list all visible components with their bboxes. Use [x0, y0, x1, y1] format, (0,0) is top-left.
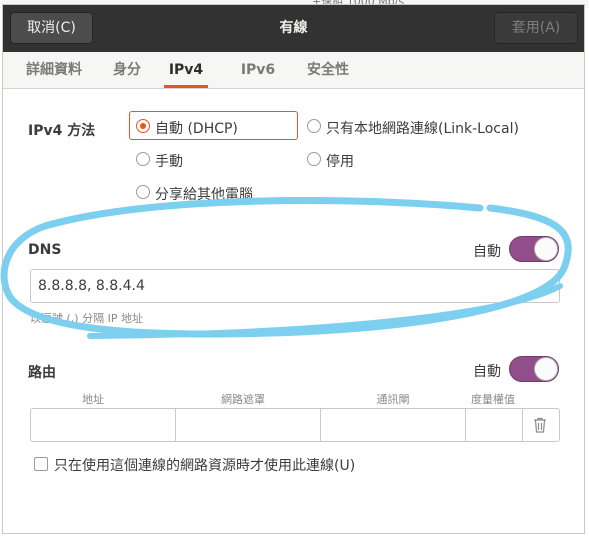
dns-auto-label: 自動	[473, 244, 501, 260]
radio-auto-dhcp-label[interactable]: 自動 (DHCP)	[155, 118, 238, 138]
trash-icon	[534, 417, 546, 433]
dns-auto-switch[interactable]	[509, 236, 559, 262]
column-header-metric: 度量權值	[471, 393, 515, 406]
route-gateway-input[interactable]	[321, 409, 466, 441]
headerbar: 取消(C) 有線 套用(A)	[3, 5, 584, 53]
tab-identity[interactable]: 身分	[107, 52, 147, 88]
radio-link-local[interactable]	[307, 119, 321, 133]
radio-manual[interactable]	[136, 152, 150, 166]
routes-auto-switch[interactable]	[509, 356, 559, 382]
tab-ipv4[interactable]: IPv4	[164, 52, 208, 88]
tab-ipv6[interactable]: IPv6	[236, 52, 280, 88]
cancel-button[interactable]: 取消(C)	[10, 12, 93, 44]
only-resources-checkbox[interactable]	[34, 457, 48, 471]
column-header-netmask: 網路遮罩	[221, 393, 265, 406]
radio-disabled[interactable]	[307, 152, 321, 166]
radio-disabled-label[interactable]: 停用	[326, 151, 354, 171]
radio-shared[interactable]	[136, 185, 150, 199]
only-resources-label[interactable]: 只在使用這個連線的網路資源時才使用此連線(U)	[54, 455, 355, 475]
delete-route-button[interactable]	[525, 412, 555, 438]
routes-auto-label: 自動	[473, 364, 501, 380]
radio-auto-dhcp[interactable]	[136, 119, 150, 133]
dns-input[interactable]: 8.8.8.8, 8.8.4.4	[30, 269, 560, 303]
column-header-address: 地址	[82, 393, 104, 406]
route-metric-input[interactable]	[466, 409, 523, 441]
tab-details[interactable]: 詳細資料	[19, 52, 89, 88]
routes-label: 路由	[28, 365, 56, 381]
tab-security[interactable]: 安全性	[300, 52, 356, 88]
switch-knob	[534, 237, 558, 261]
radio-link-local-label[interactable]: 只有本地網路連線(Link-Local)	[326, 118, 519, 138]
wired-settings-dialog: 取消(C) 有線 套用(A) 詳細資料 身分 IPv4 IPv6 安全性 IPv…	[2, 4, 585, 534]
apply-button[interactable]: 套用(A)	[494, 12, 578, 44]
tab-bar: 詳細資料 身分 IPv4 IPv6 安全性	[3, 52, 584, 89]
radio-shared-label[interactable]: 分享給其他電腦	[155, 184, 253, 204]
radio-manual-label[interactable]: 手動	[155, 151, 183, 171]
dns-label: DNS	[28, 242, 62, 258]
route-address-input[interactable]	[31, 409, 176, 441]
dialog-title: 有線	[279, 20, 308, 36]
route-netmask-input[interactable]	[176, 409, 321, 441]
ipv4-method-label: IPv4 方法	[28, 123, 96, 139]
column-header-gateway: 通訊閘	[376, 393, 410, 406]
dns-hint: 以逗號 (,) 分隔 IP 地址	[30, 312, 143, 325]
switch-knob	[534, 357, 558, 381]
route-entry-row	[30, 408, 560, 442]
